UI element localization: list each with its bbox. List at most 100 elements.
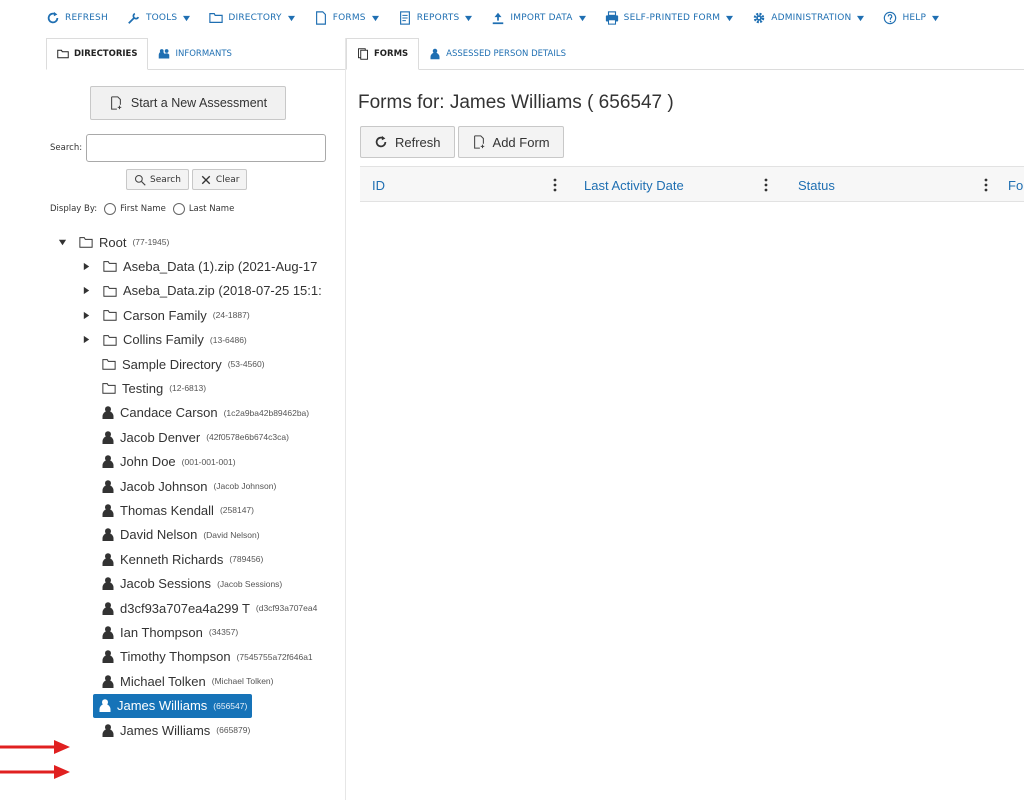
tree-folder-item[interactable]: Sample Directory (53-4560) (102, 352, 265, 376)
tree-item-code: (77-1945) (132, 237, 170, 247)
tree-item-code: (David Nelson) (203, 529, 260, 540)
caret-down-icon (932, 15, 940, 21)
tree-folder-item[interactable]: Testing (12-6813) (102, 376, 206, 400)
toolbar-administration[interactable]: Administration (752, 11, 865, 25)
tree-item-name: James Williams (120, 722, 211, 738)
tree-folder-item[interactable]: Collins Family (13-6486) (82, 328, 247, 352)
caret-down-icon (371, 15, 379, 21)
radio-last-name[interactable] (172, 203, 185, 215)
column-header-form[interactable]: For (1008, 167, 1024, 203)
column-header-id[interactable]: ID (372, 167, 568, 203)
tree-person-item[interactable]: Ian Thompson (34357) (102, 620, 238, 644)
document-icon (315, 11, 326, 25)
toolbar-refresh[interactable]: Refresh (46, 11, 108, 25)
tree-item-name: d3cf93a707ea4a299 T (120, 600, 250, 616)
folder-icon (102, 383, 116, 395)
tree-folder-item[interactable]: Root (77-1945) (58, 230, 169, 254)
kebab-menu-icon[interactable] (764, 178, 768, 192)
expand-right-icon[interactable] (82, 286, 91, 295)
toolbar-directory[interactable]: Directory (209, 11, 295, 25)
tree-item-name: Testing (122, 380, 164, 396)
tree-person-item[interactable]: Kenneth Richards (789456) (102, 547, 263, 571)
kebab-menu-icon[interactable] (553, 178, 557, 192)
tab-directories[interactable]: Directories (46, 38, 149, 70)
folder-icon (102, 359, 116, 370)
column-header-last-activity-date[interactable]: Last Activity Date (584, 167, 782, 203)
tree-item-name: Aseba_Data.zip (2018-07-25 15:1: (123, 283, 322, 299)
tab-forms[interactable]: Forms (346, 38, 420, 70)
tree-folder-item[interactable]: Aseba_Data (1).zip (2021-Aug-17 (82, 254, 317, 278)
expand-right-icon[interactable] (82, 311, 91, 320)
tab-informants[interactable]: Informants (148, 38, 241, 69)
tab-assessed-person-details-label: Assessed Person Details (446, 48, 567, 59)
tree-item-name: Thomas Kendall (120, 502, 214, 518)
caret-down-icon (857, 15, 865, 21)
refresh-icon (47, 11, 59, 24)
refresh-forms-button[interactable]: Refresh (360, 126, 455, 158)
toolbar-reports[interactable]: Reports (398, 11, 473, 25)
tree-person-item[interactable]: Candace Carson (1c2a9ba42b89462ba) (102, 401, 309, 425)
tree-person-item[interactable]: Jacob Denver (42f0578e6b674c3ca) (102, 425, 289, 449)
folder-icon (57, 49, 69, 59)
expand-right-icon[interactable] (82, 335, 91, 344)
toolbar-help-label: Help (902, 13, 927, 23)
wrench-icon (128, 12, 140, 24)
tree-item-name: Carson Family (123, 307, 207, 323)
toolbar-administration-label: Administration (771, 13, 852, 23)
start-new-assessment-button[interactable]: Start a New Assessment (90, 86, 286, 120)
tree-person-item[interactable]: David Nelson (David Nelson) (102, 523, 260, 547)
red-arrow-icon (0, 740, 70, 754)
person-icon (102, 723, 114, 737)
tab-assessed-person-details[interactable]: Assessed Person Details (419, 38, 576, 69)
new-document-icon (473, 135, 484, 149)
red-arrow-icon (0, 765, 70, 779)
tree-item-code: (d3cf93a707ea4 (255, 603, 318, 613)
radio-first-name-label: First Name (120, 204, 166, 214)
toolbar-self-printed-form[interactable]: Self-Printed Form (605, 11, 734, 25)
add-form-button[interactable]: Add Form (457, 126, 564, 158)
tree-person-item[interactable]: d3cf93a707ea4a299 T (d3cf93a707ea4 (102, 596, 317, 620)
folder-icon (79, 237, 93, 248)
tree-person-item[interactable]: James Williams (665879) (102, 718, 250, 742)
search-buttons: Search Clear (126, 169, 248, 190)
search-input[interactable] (86, 134, 326, 162)
folder-icon (209, 13, 224, 23)
expand-down-icon[interactable] (58, 238, 67, 247)
search-button-label: Search (150, 174, 181, 185)
expand-right-icon[interactable] (82, 262, 91, 271)
tree-folder-item[interactable]: Aseba_Data.zip (2018-07-25 15:1: (82, 279, 322, 303)
column-header-status[interactable]: Status (798, 167, 1000, 203)
caret-down-icon (183, 15, 191, 21)
refresh-forms-label: Refresh (395, 134, 441, 150)
tree-person-item[interactable]: Jacob Johnson (Jacob Johnson) (102, 474, 276, 498)
search-button[interactable]: Search (126, 169, 189, 190)
tree-item-name: Ian Thompson (120, 624, 203, 640)
caret-down-icon (287, 15, 295, 21)
tab-informants-label: Informants (175, 48, 232, 59)
tree-person-item[interactable]: Jacob Sessions (Jacob Sessions) (102, 572, 282, 596)
toolbar-import-data[interactable]: Import Data (491, 11, 586, 25)
radio-first-name[interactable] (104, 203, 117, 215)
tree-person-item[interactable]: James Williams (656547) (93, 693, 253, 718)
toolbar-tools-label: Tools (145, 13, 178, 23)
tree-person-item[interactable]: Timothy Thompson (7545755a72f646a1 (102, 645, 313, 669)
tree-person-item[interactable]: Michael Tolken (Michael Tolken) (102, 669, 274, 693)
tree-item-name: Jacob Johnson (120, 478, 208, 494)
column-form-label: For (1008, 177, 1024, 193)
kebab-menu-icon[interactable] (984, 178, 988, 192)
tree-folder-item[interactable]: Carson Family (24-1887) (82, 303, 250, 327)
tree-item-code: (34357) (208, 627, 239, 638)
title-id: ( 656547 ) (587, 92, 674, 113)
person-icon (102, 552, 114, 566)
toolbar-help[interactable]: Help (883, 11, 940, 25)
right-panel: Forms Assessed Person Details Forms for:… (346, 38, 1024, 800)
toolbar-forms[interactable]: Forms (314, 11, 379, 25)
person-icon (102, 504, 114, 517)
toolbar-tools[interactable]: Tools (127, 11, 191, 25)
person-icon (430, 48, 440, 59)
caret-down-icon (726, 15, 734, 21)
tree-person-item[interactable]: John Doe (001-001-001) (102, 450, 236, 474)
clear-button[interactable]: Clear (191, 169, 248, 190)
clear-button-label: Clear (215, 174, 240, 185)
tree-person-item[interactable]: Thomas Kendall (258147) (102, 498, 254, 522)
